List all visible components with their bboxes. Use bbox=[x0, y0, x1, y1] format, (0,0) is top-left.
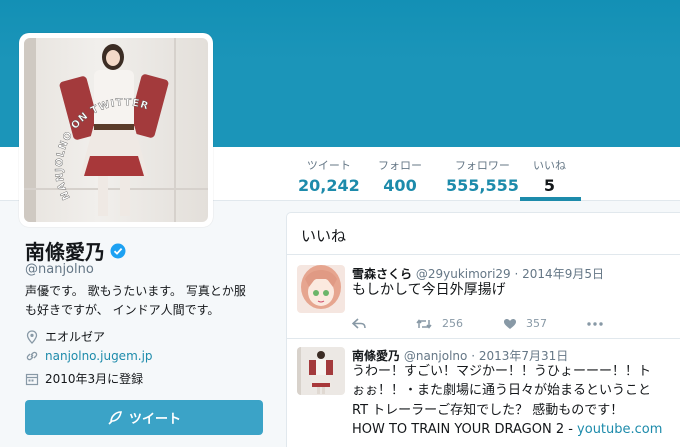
retweet-button[interactable]: 256 bbox=[415, 317, 463, 330]
avatar-watermark: NANJOLNO ON TWITTER bbox=[54, 98, 150, 202]
tweet-button[interactable]: ツイート bbox=[25, 400, 263, 435]
stat-tweets[interactable]: ツイート 20,242 bbox=[298, 157, 360, 195]
stat-following[interactable]: フォロー 400 bbox=[378, 157, 422, 195]
tweet-date[interactable]: 2013年7月31日 bbox=[479, 349, 568, 363]
like-count: 357 bbox=[526, 317, 547, 330]
heart-icon bbox=[504, 318, 516, 329]
tweet-link[interactable]: youtube.com bbox=[577, 422, 662, 437]
profile-avatar[interactable]: NANJOLNO ON TWITTER bbox=[19, 33, 213, 227]
link-icon bbox=[26, 351, 38, 361]
more-button[interactable] bbox=[587, 321, 612, 326]
tweet-text-line-4-text: HOW TO TRAIN YOUR DRAGON 2 - bbox=[352, 422, 578, 437]
tweet-text-line-1: うわー！すごい！マジかー！！うひょーーー！！ト bbox=[352, 364, 652, 379]
stat-followers-label: フォロワー bbox=[454, 159, 510, 172]
location-text: エオルゼア bbox=[45, 330, 106, 344]
tweet-author-handle[interactable]: @29yukimori29 bbox=[416, 267, 511, 281]
profile-bio: 声優です。 歌もうたいます。 写真とか服 も好きですが、 インドア人間です。 bbox=[25, 282, 275, 320]
verified-badge-icon bbox=[110, 243, 126, 258]
svg-text:NANJOLNO ON TWITTER: NANJOLNO ON TWITTER bbox=[54, 98, 150, 201]
tweet-button-label: ツイート bbox=[128, 412, 181, 427]
active-tab-underline bbox=[520, 197, 581, 201]
profile-location: エオルゼア bbox=[25, 328, 105, 345]
stat-following-value: 400 bbox=[383, 176, 417, 195]
bio-line-2: も好きですが、 インドア人間です。 bbox=[25, 303, 220, 317]
stat-followers-value: 555,555 bbox=[446, 176, 519, 195]
tweet-item[interactable]: 南條愛乃 @nanjolno · 2013年7月31日 うわー！すごい！マジかー… bbox=[287, 340, 680, 447]
likes-timeline: いいね 雪森さくら @29yukimori29 · 2014年9月5日 もしかし… bbox=[286, 212, 680, 447]
reply-icon bbox=[352, 317, 366, 329]
quill-icon bbox=[108, 410, 122, 425]
tweet-avatar[interactable] bbox=[297, 347, 345, 395]
tweet-text-line-4: HOW TO TRAIN YOUR DRAGON 2 - youtube.com bbox=[352, 420, 662, 439]
profile-handle[interactable]: @nanjolno bbox=[25, 262, 94, 277]
tweet-author-name[interactable]: 雪森さくら bbox=[352, 267, 412, 281]
like-button[interactable]: 357 bbox=[503, 317, 547, 330]
avatar-photo: NANJOLNO ON TWITTER bbox=[24, 38, 208, 222]
avatar-watermark-text: NANJOLNO ON TWITTER bbox=[54, 98, 150, 202]
location-pin-icon bbox=[26, 329, 38, 344]
tweet-date[interactable]: 2014年9月5日 bbox=[522, 267, 604, 281]
joined-text: 2010年3月に登録 bbox=[45, 372, 144, 386]
stat-likes[interactable]: いいね 5 bbox=[533, 157, 566, 195]
stat-likes-label: いいね bbox=[533, 159, 566, 172]
bio-line-1: 声優です。 歌もうたいます。 写真とか服 bbox=[25, 284, 246, 298]
tweet-text-line-3: RT トレーラーご存知でした？ 感動ものです！ bbox=[352, 403, 624, 418]
timeline-title: いいね bbox=[287, 213, 680, 255]
profile-name[interactable]: 南條愛乃 bbox=[25, 236, 105, 265]
more-dots-icon bbox=[587, 321, 603, 326]
retweet-icon bbox=[416, 318, 432, 329]
tweet-author-name[interactable]: 南條愛乃 bbox=[352, 349, 400, 363]
profile-url-link[interactable]: nanjolno.jugem.jp bbox=[45, 349, 153, 363]
stat-likes-value: 5 bbox=[543, 176, 556, 195]
stat-tweets-label: ツイート bbox=[306, 159, 351, 172]
profile-url[interactable]: nanjolno.jugem.jp bbox=[25, 349, 153, 363]
stat-followers[interactable]: フォロワー 555,555 bbox=[446, 157, 519, 195]
tweet-avatar[interactable] bbox=[297, 265, 345, 313]
tweet-author-handle[interactable]: @nanjolno bbox=[404, 349, 468, 363]
stat-following-label: フォロー bbox=[378, 159, 422, 172]
stat-tweets-value: 20,242 bbox=[298, 176, 360, 195]
tweet-text-line-2: ぉぉ！！・また劇場に通う日々が始まるということ bbox=[352, 383, 652, 398]
retweet-count: 256 bbox=[442, 317, 463, 330]
tweet-text: もしかして今日外厚揚げ bbox=[352, 282, 506, 298]
calendar-icon bbox=[25, 373, 39, 385]
tweet-item[interactable]: 雪森さくら @29yukimori29 · 2014年9月5日 もしかして今日外… bbox=[287, 256, 680, 339]
reply-button[interactable] bbox=[352, 317, 375, 330]
profile-joined: 2010年3月に登録 bbox=[25, 370, 143, 387]
